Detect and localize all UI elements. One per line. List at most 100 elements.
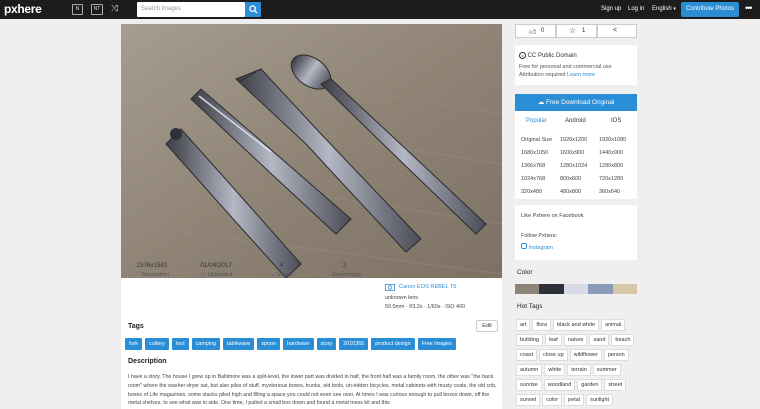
search-button[interactable] — [245, 2, 261, 17]
hot-tag-item[interactable]: autumn — [516, 364, 543, 376]
contribute-button[interactable]: Contribute Photos — [681, 2, 739, 17]
color-title: Color — [517, 269, 533, 276]
size-option[interactable]: 1280x800 — [599, 163, 623, 169]
size-option[interactable]: 1600x900 — [560, 150, 584, 156]
site-logo[interactable]: pxhere — [4, 2, 42, 16]
hot-tag-item[interactable]: coast — [516, 349, 538, 361]
hot-tag-item[interactable]: building — [516, 334, 543, 346]
new-icon[interactable]: N — [72, 4, 83, 15]
hot-tag-item[interactable]: close up — [539, 349, 568, 361]
hot-tag-item[interactable]: woodland — [543, 379, 576, 391]
tag-item[interactable]: fork — [125, 338, 142, 350]
learn-more-link[interactable]: Learn more — [567, 72, 595, 78]
tag-item[interactable]: tableware — [222, 338, 255, 350]
main-photo[interactable] — [121, 24, 502, 278]
description-title: Description — [128, 358, 167, 365]
instagram-link[interactable]: Instagram — [521, 243, 553, 251]
lens-info: unknown lens — [385, 295, 418, 301]
hot-tag-item[interactable]: leaf — [544, 334, 562, 346]
tag-item[interactable]: 2010365 — [339, 338, 369, 350]
hot-tag-item[interactable]: street — [604, 379, 627, 391]
tags-list: fork cutlery tool camping tableware spoon hard… — [125, 338, 495, 350]
tab-android[interactable]: Android — [565, 118, 586, 124]
color-swatch[interactable] — [539, 284, 564, 294]
hot-tag-item[interactable]: flora — [532, 319, 552, 331]
size-option[interactable]: 1280x1024 — [560, 163, 587, 169]
hot-tag-item[interactable]: terrain — [567, 364, 591, 376]
tag-item[interactable]: hardware — [283, 338, 314, 350]
favorite-count: 1 — [582, 28, 586, 34]
hot-tag-item[interactable]: black and white — [553, 319, 600, 331]
license-title: CC Public Domain — [527, 53, 577, 59]
size-option[interactable]: 1440x900 — [599, 150, 623, 156]
hot-tag-item[interactable]: sand — [589, 334, 610, 346]
share-button[interactable]: < — [597, 24, 637, 38]
hot-tags-list: art flora black and white animal building lea… — [516, 319, 640, 409]
size-option[interactable]: 1920x1080 — [599, 137, 626, 143]
size-option[interactable]: Original Size — [521, 137, 552, 143]
hot-tag-item[interactable]: color — [542, 394, 563, 406]
chevron-down-icon: ▾ — [673, 6, 676, 12]
tab-ios[interactable]: IOS — [611, 118, 621, 124]
color-swatch[interactable] — [515, 284, 540, 294]
exif-info: 50.0mm · f/3.2s · 1/60s · ISO 400 — [385, 304, 465, 310]
size-option[interactable]: 1680x1050 — [521, 150, 548, 156]
tags-title: Tags — [128, 323, 144, 330]
hot-tag-item[interactable]: nature — [563, 334, 588, 346]
share-icon: < — [613, 27, 618, 34]
hot-tag-item[interactable]: person — [603, 349, 629, 361]
hot-tag-item[interactable]: sunset — [516, 394, 541, 406]
size-option[interactable]: 320x480 — [521, 189, 542, 195]
more-menu-icon[interactable]: ••• — [745, 3, 753, 13]
tag-item[interactable]: story — [316, 338, 337, 350]
tag-item[interactable]: product design — [371, 338, 415, 350]
search-input[interactable]: Search images — [137, 2, 245, 17]
size-option[interactable]: 1366x768 — [521, 163, 545, 169]
hot-tag-item[interactable]: sunlight — [586, 394, 614, 406]
color-swatch[interactable] — [588, 284, 613, 294]
main-panel — [121, 24, 502, 409]
hot-tag-item[interactable]: art — [516, 319, 531, 331]
hot-tag-item[interactable]: petal — [564, 394, 585, 406]
favorite-button[interactable]: ☆ 1 — [556, 24, 597, 38]
license-line2-row: Attribution required Learn more — [519, 72, 595, 78]
download-icon: ⤓ — [328, 272, 331, 278]
free-download-label: Free Download Original — [546, 99, 615, 106]
uploaded-value: 01/04/2017 — [200, 262, 232, 269]
hot-tag-item[interactable]: garden — [577, 379, 603, 391]
language-select[interactable]: English ▾ — [652, 6, 676, 12]
hot-tag-item[interactable]: white — [544, 364, 566, 376]
hot-tag-item[interactable]: animal — [601, 319, 626, 331]
color-swatch[interactable] — [612, 284, 637, 294]
size-option[interactable]: 480x800 — [560, 189, 581, 195]
top-bar: pxhere N NT ⤨ Search images Sign up Log … — [0, 0, 760, 19]
edit-tags-button[interactable]: Edit — [476, 320, 498, 332]
login-link[interactable]: Log in — [628, 6, 644, 12]
like-button[interactable]: 👍︎ 0 — [515, 24, 556, 38]
tab-popular[interactable]: Popular — [526, 118, 547, 124]
size-option[interactable]: 720x1280 — [599, 176, 623, 182]
signup-link[interactable]: Sign up — [601, 6, 621, 12]
tag-item[interactable]: cutlery — [145, 338, 169, 350]
free-download-button[interactable]: ☁ Free Download Original — [515, 94, 637, 111]
hot-tag-item[interactable]: sunrise — [516, 379, 542, 391]
size-option[interactable]: 1024x768 — [521, 176, 545, 182]
instagram-icon — [521, 243, 527, 249]
trending-icon[interactable]: NT — [91, 4, 103, 15]
color-swatch[interactable] — [563, 284, 589, 294]
cloud-download-icon: ☁ — [537, 99, 545, 106]
hot-tag-item[interactable]: summer — [592, 364, 621, 376]
tag-item[interactable]: tool — [171, 338, 189, 350]
facebook-like[interactable]: Like Pxhere on Facebook — [521, 213, 583, 219]
tag-item[interactable]: spoon — [257, 338, 281, 350]
shuffle-icon[interactable]: ⤨ — [111, 3, 118, 14]
camera-model-link[interactable]: Canon EOS REBEL T5 — [399, 284, 495, 290]
size-option[interactable]: 360x640 — [599, 189, 620, 195]
tag-item[interactable]: Free Images — [417, 338, 456, 350]
stat-downloads: 2 ⤓ Downloads — [328, 262, 361, 279]
size-option[interactable]: 1920x1200 — [560, 137, 587, 143]
tag-item[interactable]: camping — [191, 338, 220, 350]
hot-tag-item[interactable]: wildflower — [569, 349, 602, 361]
hot-tag-item[interactable]: beach — [611, 334, 635, 346]
size-option[interactable]: 800x600 — [560, 176, 581, 182]
